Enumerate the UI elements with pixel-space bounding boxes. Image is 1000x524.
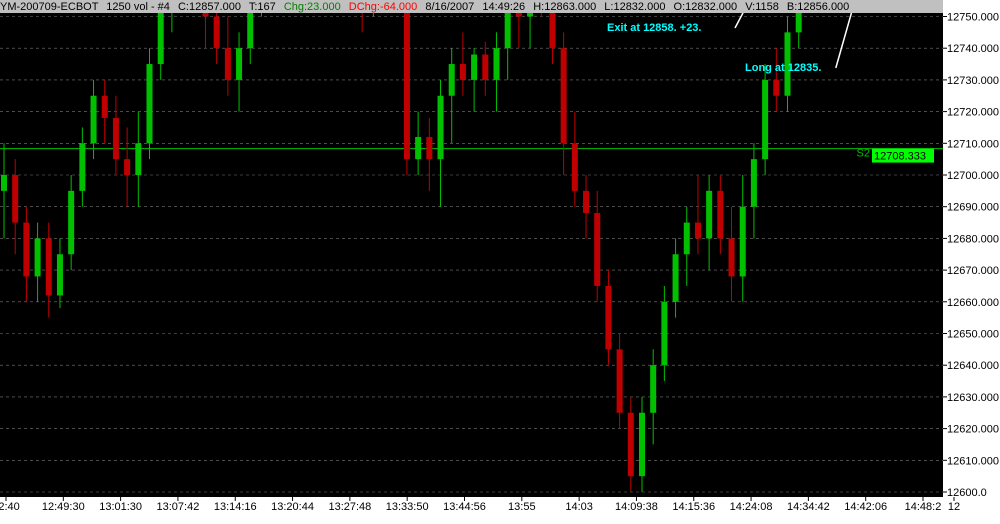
candle-body	[583, 190, 590, 214]
time-tick-label: 14:34:42	[787, 501, 830, 513]
header-bid: B:12856.000	[787, 1, 849, 13]
candle-body	[605, 285, 612, 350]
candle-body	[224, 48, 231, 80]
candle-body	[236, 48, 243, 80]
price-tick-label: 12640.000	[947, 360, 999, 372]
candle-body	[773, 79, 780, 96]
candle-body	[728, 238, 735, 277]
candle-body	[12, 175, 19, 223]
candle-body	[650, 365, 657, 413]
time-tick-label: 13:33:50	[386, 501, 429, 513]
price-tick-label: 12660.000	[947, 297, 999, 309]
time-tick-label: 14:48:2	[905, 501, 942, 513]
candle-body	[627, 412, 634, 477]
candle-body	[616, 349, 623, 413]
price-tick-label: 12700.000	[947, 170, 999, 182]
price-tick-label: 12740.000	[947, 43, 999, 55]
candle-body	[56, 254, 63, 296]
candle-body	[101, 95, 108, 118]
candle-body	[415, 136, 422, 160]
price-tick-label: 12690.000	[947, 202, 999, 214]
candle-body	[68, 190, 75, 255]
header-volume: V:1158	[745, 1, 779, 13]
candle-body	[79, 143, 86, 191]
time-tick-label: 14:03	[565, 501, 593, 513]
header-interval: 1250 vol - #4	[106, 1, 170, 13]
price-tick-label: 12750.000	[947, 12, 999, 24]
annotation-text: Exit at 12858. +23.	[607, 22, 701, 34]
candle-body	[459, 64, 466, 80]
candle-body	[90, 95, 97, 144]
header-time: 14:49:26	[482, 1, 525, 13]
header-tick: T:167	[249, 1, 276, 13]
candle-body	[661, 301, 668, 366]
candle-body	[638, 412, 645, 477]
time-tick-label: 13:27:48	[328, 501, 371, 513]
header-date: 8/16/2007	[425, 1, 474, 13]
time-tick-label: 13:14:16	[214, 501, 257, 513]
candle-body	[146, 64, 153, 144]
candle-body	[493, 48, 500, 80]
candle-body	[45, 238, 52, 296]
candle-body	[683, 222, 690, 255]
price-tick-label: 12730.000	[947, 75, 999, 87]
candle-body	[672, 254, 679, 302]
header-info: YM-200709-ECBOT 1250 vol - #4 C:12857.00…	[0, 1, 849, 13]
header-open: O:12832.000	[674, 1, 738, 13]
header-symbol: YM-200709-ECBOT	[0, 1, 99, 13]
price-tick-label: 12630.000	[947, 392, 999, 404]
candle-body	[23, 222, 30, 277]
header-dchg: DChg:-64.000	[349, 1, 418, 13]
price-tick-label: 12680.000	[947, 233, 999, 245]
candle-body	[706, 190, 713, 239]
time-tick-label: 13:55	[508, 501, 536, 513]
price-tick-label: 12670.000	[947, 265, 999, 277]
time-tick-label: 14:42:06	[844, 501, 887, 513]
level-value-label: 12708.333	[874, 151, 926, 163]
candle-body	[426, 136, 433, 160]
header-high: H:12863.000	[533, 1, 596, 13]
time-tick-label: 13:01:30	[99, 501, 142, 513]
header-low: L:12832.000	[604, 1, 665, 13]
candle-body	[739, 206, 746, 277]
candle-body	[448, 64, 455, 96]
time-tick-label: 13:44:56	[443, 501, 486, 513]
price-tick-label: 12610.000	[947, 455, 999, 467]
candle-body	[124, 159, 131, 175]
time-tick-label: 12	[948, 501, 960, 513]
chart-canvas: S112813.666S212708.333 Exit at 12858. +2…	[0, 0, 1000, 524]
candle-body	[594, 213, 601, 286]
time-tick-label: 14:15:36	[672, 501, 715, 513]
header-close: C:12857.000	[178, 1, 241, 13]
candle-body	[750, 159, 757, 207]
price-tick-label: 12720.000	[947, 107, 999, 119]
price-tick-label: 12620.000	[947, 424, 999, 436]
candle-body	[762, 79, 769, 160]
annotation-text: Long at 12835.	[745, 62, 821, 74]
header-chg: Chg:23.000	[284, 1, 341, 13]
time-tick-label: 14:09:38	[615, 501, 658, 513]
candle-body	[717, 190, 724, 239]
candle-body	[34, 238, 41, 277]
candle-body	[437, 95, 444, 160]
candle-body	[1, 175, 7, 191]
time-tick-label: 12:40	[0, 501, 20, 513]
candle-body	[135, 143, 142, 175]
candle-body	[571, 143, 578, 191]
time-tick-label: 12:49:30	[42, 501, 85, 513]
time-tick-label: 13:07:42	[157, 501, 200, 513]
time-tick-label: 14:24:08	[730, 501, 773, 513]
candle-body	[213, 16, 220, 49]
level-name: S2	[857, 148, 870, 160]
time-tick-label: 13:20:44	[271, 501, 314, 513]
candle-body	[694, 222, 701, 239]
candle-body	[112, 117, 119, 160]
price-tick-label: 12650.000	[947, 329, 999, 341]
price-tick-label: 12710.000	[947, 138, 999, 150]
candle-body	[403, 0, 410, 160]
candle-body	[471, 54, 478, 80]
candle-body	[482, 54, 489, 80]
candle-body	[560, 48, 567, 144]
